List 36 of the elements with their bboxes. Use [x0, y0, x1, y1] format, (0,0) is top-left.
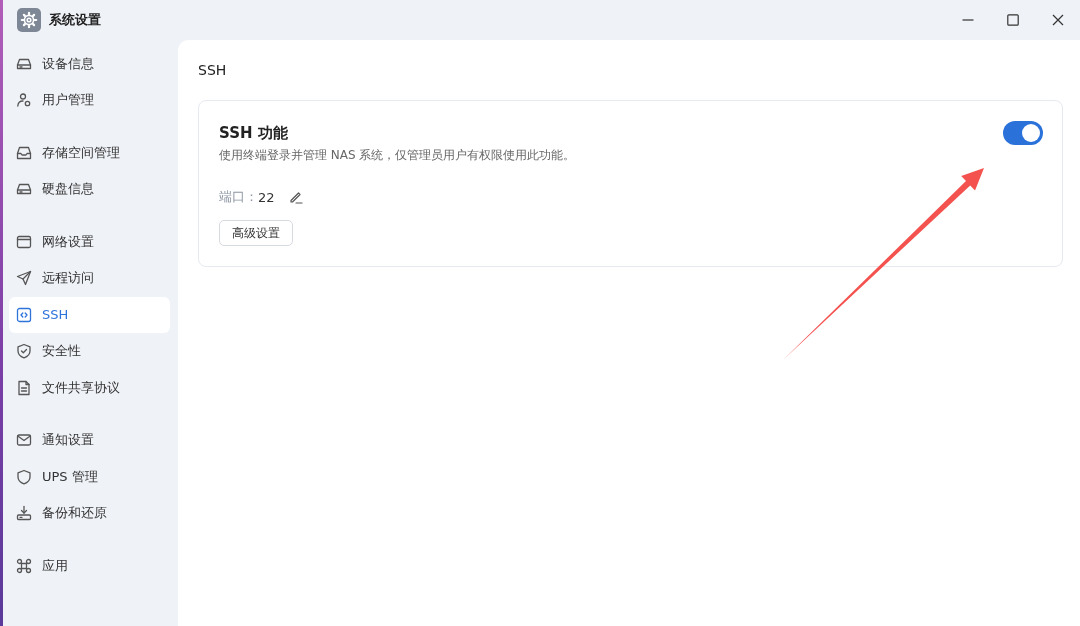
envelope-icon — [16, 432, 32, 449]
sidebar-item[interactable]: 硬盘信息 — [9, 171, 170, 208]
sidebar-item[interactable]: 存储空间管理 — [9, 134, 170, 171]
port-label: 端口： — [219, 188, 258, 206]
sidebar-item[interactable]: UPS 管理 — [9, 458, 170, 495]
card-title: SSH 功能 — [219, 123, 289, 143]
document-icon — [16, 379, 32, 396]
port-value: 22 — [258, 189, 275, 205]
window-title: 系统设置 — [49, 11, 101, 29]
sidebar-item[interactable]: 用户管理 — [9, 82, 170, 119]
window-icon — [16, 233, 32, 250]
sidebar-item[interactable]: 远程访问 — [9, 260, 170, 297]
toggle-switch[interactable] — [1003, 121, 1043, 145]
paper-plane-icon — [16, 270, 32, 287]
sidebar-item[interactable]: 设备信息 — [9, 45, 170, 82]
advanced-settings-button[interactable]: 高级设置 — [219, 220, 293, 246]
card-description: 使用终端登录并管理 NAS 系统，仅管理员用户有权限使用此功能。 — [219, 147, 577, 164]
sidebar-item[interactable]: 文件共享协议 — [9, 369, 170, 406]
sidebar-item[interactable]: 安全性 — [9, 333, 170, 370]
maximize-icon — [1006, 14, 1019, 26]
tray-icon — [16, 144, 32, 161]
sidebar-item[interactable]: SSH — [9, 296, 170, 333]
close-icon — [1051, 14, 1064, 26]
sidebar-item[interactable]: 网络设置 — [9, 223, 170, 260]
page-title: SSH — [198, 61, 228, 80]
shield-icon — [16, 468, 32, 485]
shield-check-icon — [16, 343, 32, 360]
gear-icon — [17, 8, 41, 32]
edit-icon[interactable] — [288, 190, 303, 204]
sidebar-item[interactable]: 备份和还原 — [9, 495, 170, 532]
download-icon — [16, 505, 32, 522]
sidebar-item[interactable]: 应用 — [9, 547, 170, 584]
code-icon — [16, 306, 32, 323]
sidebar-item[interactable]: 通知设置 — [9, 422, 170, 459]
users-icon — [16, 92, 32, 109]
apps-icon — [16, 557, 32, 574]
